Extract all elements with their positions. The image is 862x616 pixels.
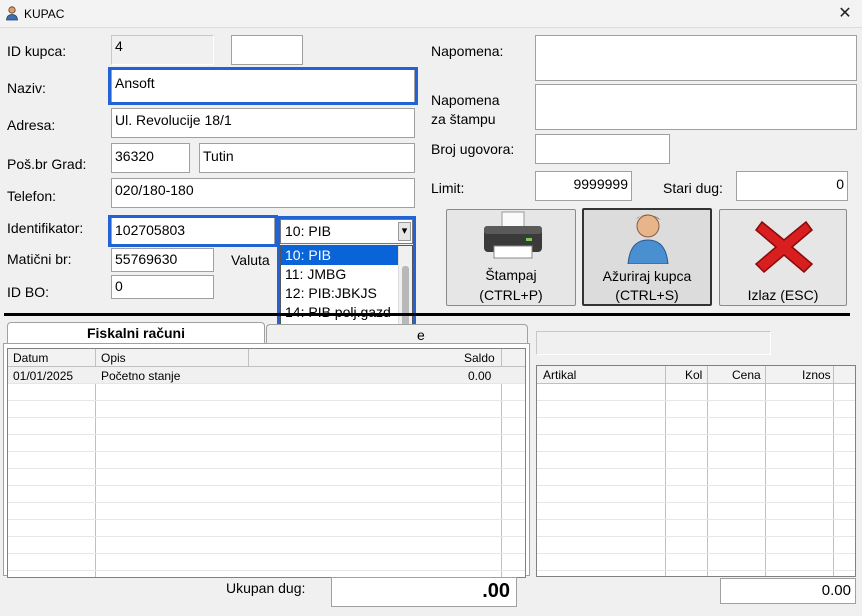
update-button-label-1: Ažuriraj kupca: [602, 268, 692, 284]
update-customer-button[interactable]: Ažuriraj kupca (CTRL+S): [582, 208, 712, 306]
table-row[interactable]: [537, 384, 855, 401]
napomena-label: Napomena:: [431, 43, 504, 59]
ukupan-dug-label: Ukupan dug:: [226, 580, 306, 596]
fiscal-grid[interactable]: Datum Opis Saldo 01/01/2025 Početno stanj…: [7, 348, 526, 578]
table-row[interactable]: [537, 537, 855, 554]
exit-button[interactable]: Izlaz (ESC): [719, 209, 847, 306]
table-row[interactable]: 01/01/2025 Početno stanje 0.00: [8, 367, 525, 384]
close-icon[interactable]: ✕: [832, 2, 858, 26]
table-row[interactable]: [537, 486, 855, 503]
stari-dug-label: Stari dug:: [663, 180, 723, 196]
limit-label: Limit:: [431, 180, 465, 196]
close-red-x-icon: [754, 220, 814, 274]
table-row[interactable]: [8, 435, 525, 452]
user-icon: [627, 214, 669, 264]
ugovor-input[interactable]: [535, 134, 670, 164]
right-total-value: 0.00: [720, 578, 856, 604]
chevron-down-icon[interactable]: ▾: [398, 222, 411, 241]
ugovor-label: Broj ugovora:: [431, 141, 515, 157]
id-extra-field[interactable]: [231, 35, 303, 65]
col-cena: Cena: [732, 368, 761, 382]
telefon-input[interactable]: 020/180-180: [111, 178, 415, 208]
table-row[interactable]: [537, 452, 855, 469]
cell-opis: Početno stanje: [101, 369, 181, 383]
adresa-label: Adresa:: [7, 117, 56, 133]
table-row[interactable]: [8, 503, 525, 520]
table-row[interactable]: [8, 486, 525, 503]
exit-button-label: Izlaz (ESC): [747, 287, 819, 303]
table-row[interactable]: [8, 401, 525, 418]
cell-saldo: 0.00: [468, 369, 492, 383]
postcode-input[interactable]: 36320: [111, 143, 190, 173]
id-kupca-field: 4: [111, 35, 214, 65]
adresa-input[interactable]: Ul. Revolucije 18/1: [111, 108, 415, 138]
window-title: KUPAC: [24, 7, 65, 21]
right-top-field: [536, 331, 771, 355]
table-row[interactable]: [8, 537, 525, 554]
table-row[interactable]: [537, 418, 855, 435]
identifier-type-selected: 10: PIB: [285, 223, 331, 239]
cell-datum: 01/01/2025: [13, 369, 74, 383]
title-bar: [0, 0, 862, 28]
dropdown-option[interactable]: 11: JMBG: [281, 265, 412, 284]
napomena-stampa-input[interactable]: [535, 84, 857, 130]
table-row[interactable]: [537, 520, 855, 537]
print-button-label-1: Štampaj: [485, 267, 537, 283]
col-saldo: Saldo: [464, 351, 495, 365]
print-button-label-2: (CTRL+P): [479, 287, 543, 303]
separator-line: [4, 313, 850, 316]
ukupan-dug-value: .00: [331, 577, 517, 607]
table-row[interactable]: [8, 554, 525, 571]
fiscal-grid-header: Datum Opis Saldo: [8, 349, 525, 367]
napomena-stampa-label-2: za štampu: [431, 111, 496, 127]
grad-label: Poš.br Grad:: [7, 156, 87, 172]
table-row[interactable]: [8, 520, 525, 537]
article-grid-header: Artikal Kol Cena Iznos: [537, 366, 855, 384]
identifikator-input[interactable]: 102705803: [111, 217, 275, 245]
col-datum: Datum: [13, 351, 49, 365]
city-input[interactable]: Tutin: [199, 143, 415, 173]
naziv-label: Naziv:: [7, 80, 46, 96]
napomena-stampa-label-1: Napomena: [431, 92, 500, 108]
identifikator-label: Identifikator:: [7, 220, 84, 236]
col-iznos: Iznos: [802, 368, 831, 382]
idbo-input[interactable]: 0: [111, 275, 214, 299]
col-artikal: Artikal: [543, 368, 577, 382]
identifier-type-select[interactable]: 10: PIB: [280, 219, 413, 244]
table-row[interactable]: [537, 435, 855, 452]
table-row[interactable]: [8, 469, 525, 486]
idbo-label: ID BO:: [7, 284, 50, 300]
telefon-label: Telefon:: [7, 188, 57, 204]
table-row[interactable]: [8, 452, 525, 469]
tab-fiscal[interactable]: Fiskalni računi: [7, 322, 265, 344]
update-button-label-2: (CTRL+S): [615, 287, 679, 303]
dropdown-option[interactable]: 12: PIB:JBKJS: [281, 284, 412, 303]
maticni-label: Matični br:: [7, 251, 72, 267]
col-kol: Kol: [685, 368, 703, 382]
stari-dug-input[interactable]: 0: [736, 171, 848, 201]
id-kupca-label: ID kupca:: [7, 43, 67, 59]
naziv-input[interactable]: Ansoft: [111, 69, 415, 103]
dropdown-option[interactable]: 10: PIB: [281, 246, 412, 265]
user-app-icon: [6, 6, 18, 21]
table-row[interactable]: [8, 384, 525, 401]
print-button[interactable]: Štampaj (CTRL+P): [446, 209, 576, 306]
table-row[interactable]: [537, 554, 855, 571]
table-row[interactable]: [8, 418, 525, 435]
table-row[interactable]: [537, 503, 855, 520]
table-row[interactable]: [537, 401, 855, 418]
tab-second[interactable]: e: [266, 324, 528, 344]
valuta-label: Valuta: [231, 252, 270, 268]
article-grid[interactable]: Artikal Kol Cena Iznos: [536, 365, 856, 577]
printer-icon: [484, 211, 542, 259]
limit-input[interactable]: 9999999: [535, 171, 632, 201]
table-row[interactable]: [537, 469, 855, 486]
napomena-input[interactable]: [535, 35, 857, 81]
col-opis: Opis: [101, 351, 126, 365]
maticni-input[interactable]: 55769630: [111, 248, 214, 272]
